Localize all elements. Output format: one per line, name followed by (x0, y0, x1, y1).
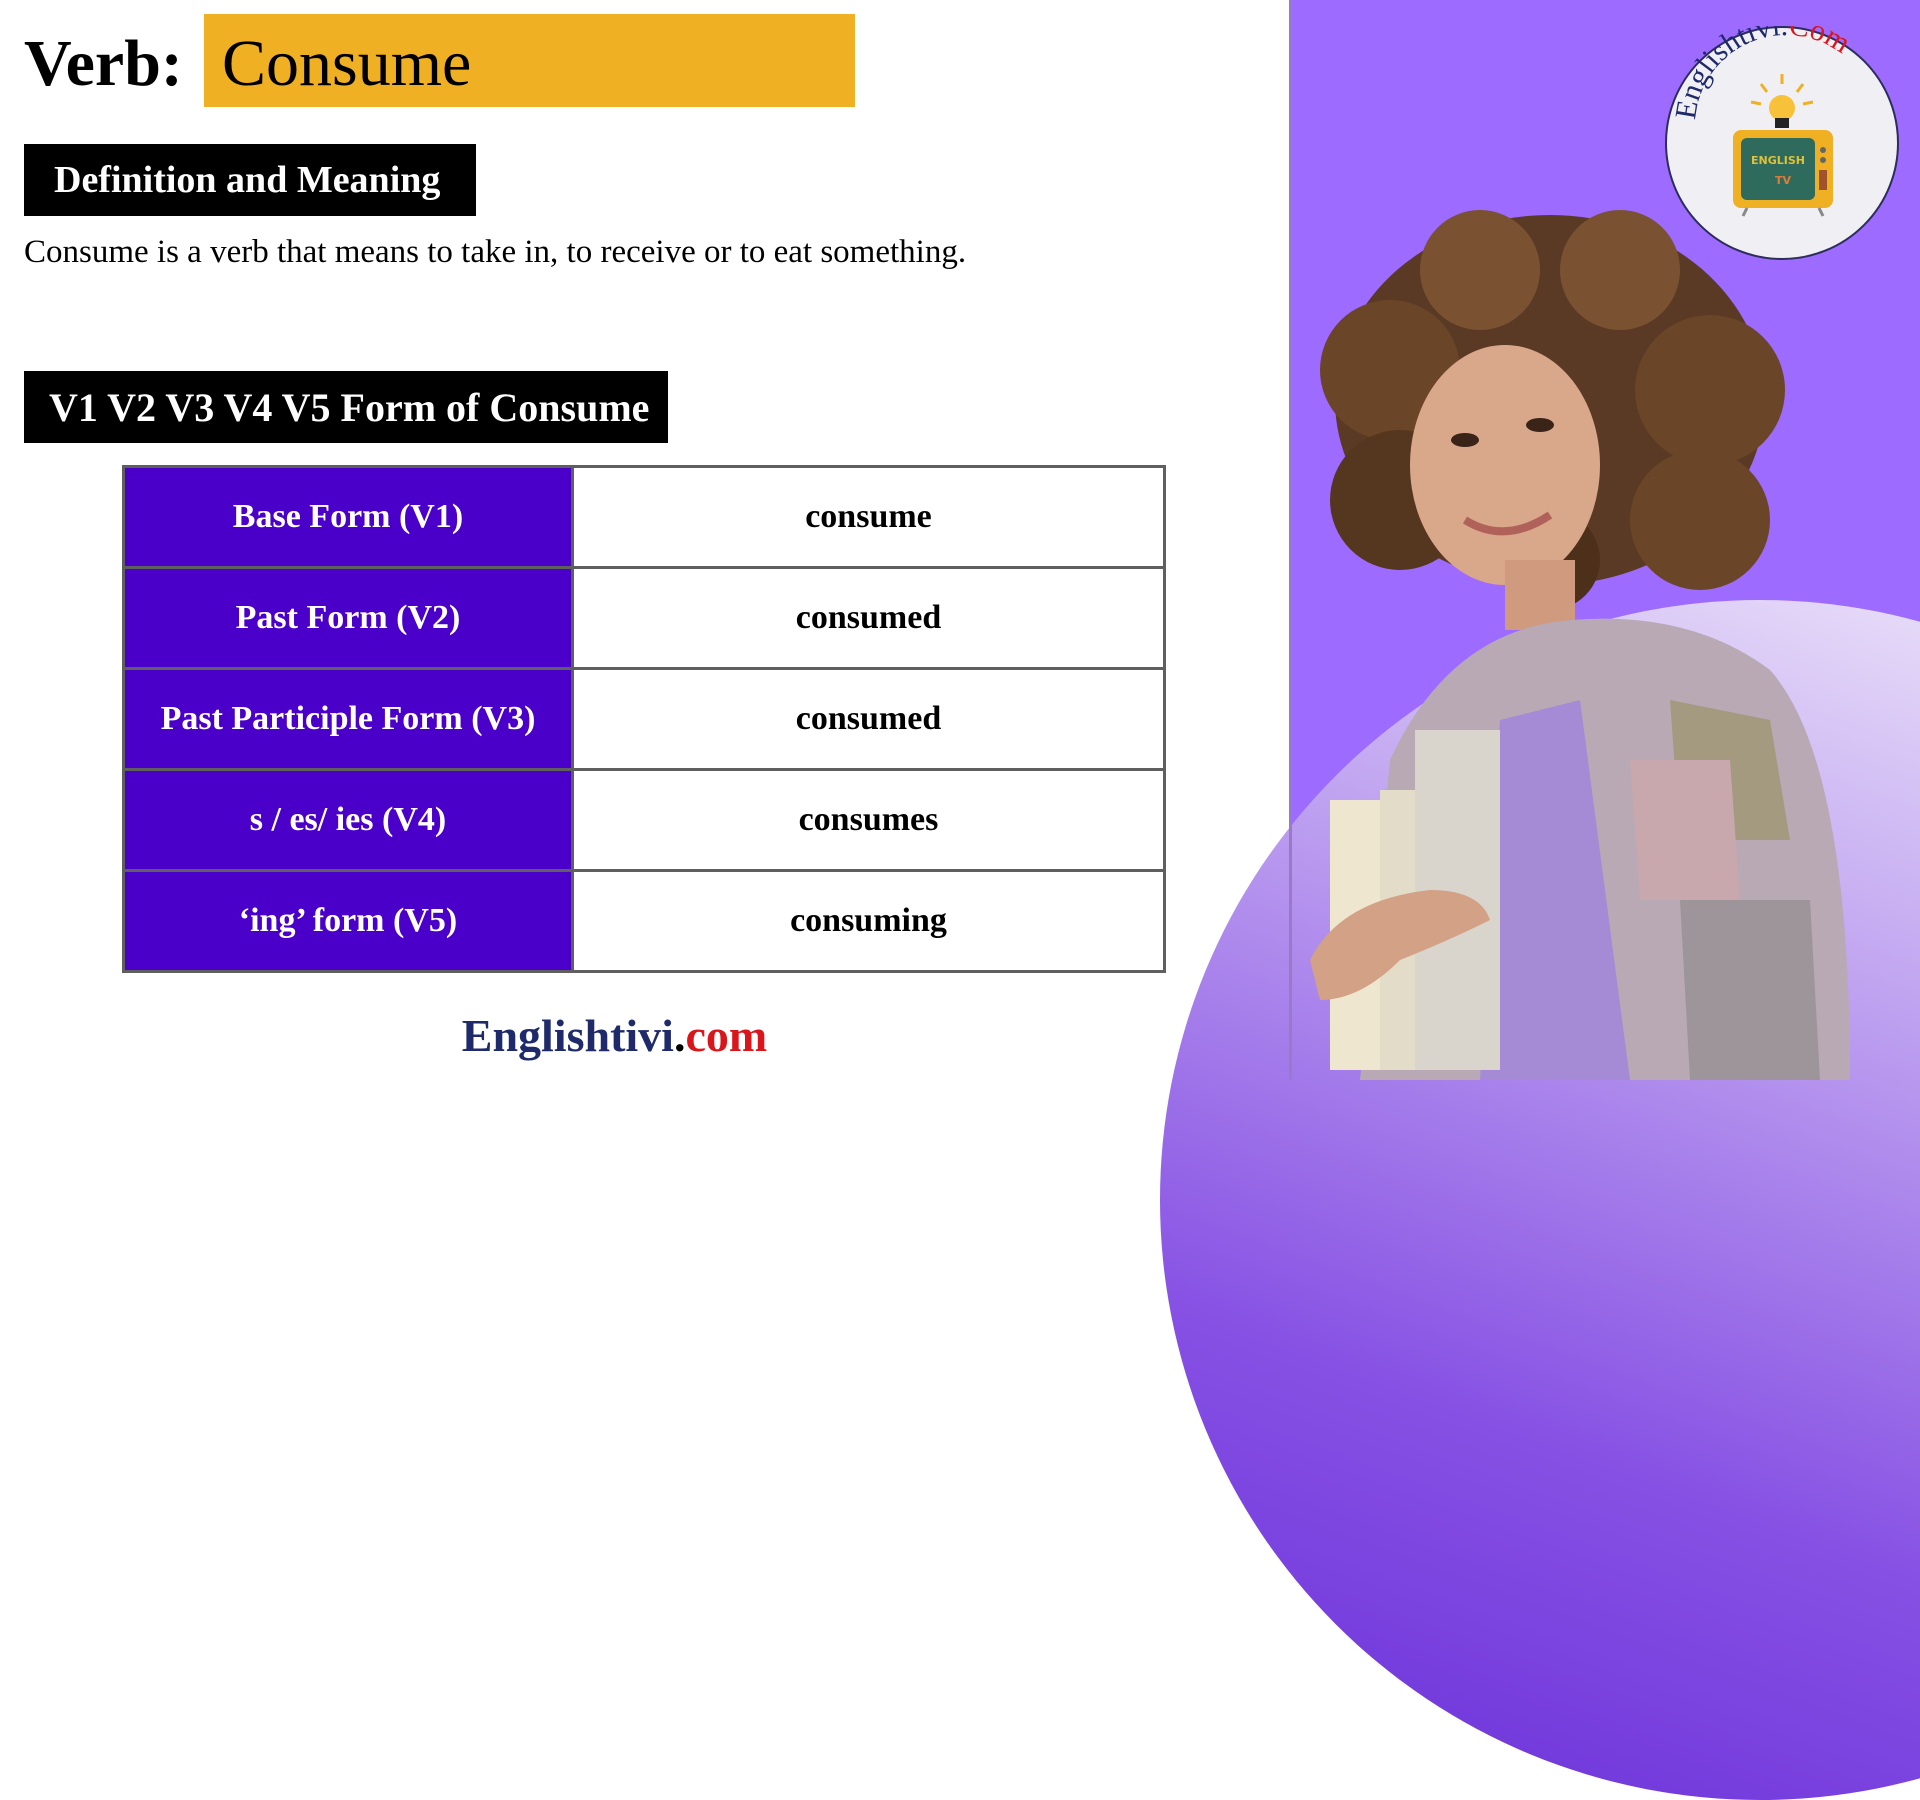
form-label: Past Participle Form (V3) (122, 667, 574, 771)
verb-forms-table: Base Form (V1) consume Past Form (V2) co… (122, 465, 1166, 973)
light-bulb-icon (1750, 74, 1814, 128)
definition-header: Definition and Meaning (24, 144, 476, 216)
form-value: consumes (571, 768, 1166, 872)
table-row: Base Form (V1) consume (122, 465, 1166, 569)
form-label: Base Form (V1) (122, 465, 574, 569)
brand-name: Englishtivi (461, 1010, 674, 1061)
verb-word: Consume (222, 27, 472, 100)
verb-label: Verb: (24, 27, 183, 100)
table-row: ‘ing’ form (V5) consuming (122, 869, 1166, 973)
table-row: Past Participle Form (V3) consumed (122, 667, 1166, 771)
logo-text: Englishtivi.Com (1669, 26, 1856, 121)
forms-header: V1 V2 V3 V4 V5 Form of Consume (24, 371, 668, 443)
television-icon: ENGLISH TV (1733, 130, 1833, 217)
table-row: Past Form (V2) consumed (122, 566, 1166, 670)
brand-tld: com (685, 1010, 768, 1061)
brand-dot: . (673, 1010, 686, 1061)
face-shape (1410, 345, 1600, 630)
form-label: ‘ing’ form (V5) (122, 869, 574, 973)
tv-screen-text: ENGLISH (1751, 154, 1805, 167)
form-value: consumed (571, 667, 1166, 771)
logo-graphic: Englishtivi.Com ENGLISH TV (1669, 26, 1856, 217)
student-photo (1310, 210, 1850, 1080)
form-label: Past Form (V2) (122, 566, 574, 670)
form-value: consuming (571, 869, 1166, 973)
tv-screen-text: TV (1775, 174, 1792, 187)
form-value: consumed (571, 566, 1166, 670)
form-label: s / es/ ies (V4) (122, 768, 574, 872)
footer-brand: Englishtivi.com (0, 1008, 1229, 1064)
form-value: consume (571, 465, 1166, 569)
definition-text: Consume is a verb that means to take in,… (24, 234, 967, 270)
table-row: s / es/ ies (V4) consumes (122, 768, 1166, 872)
